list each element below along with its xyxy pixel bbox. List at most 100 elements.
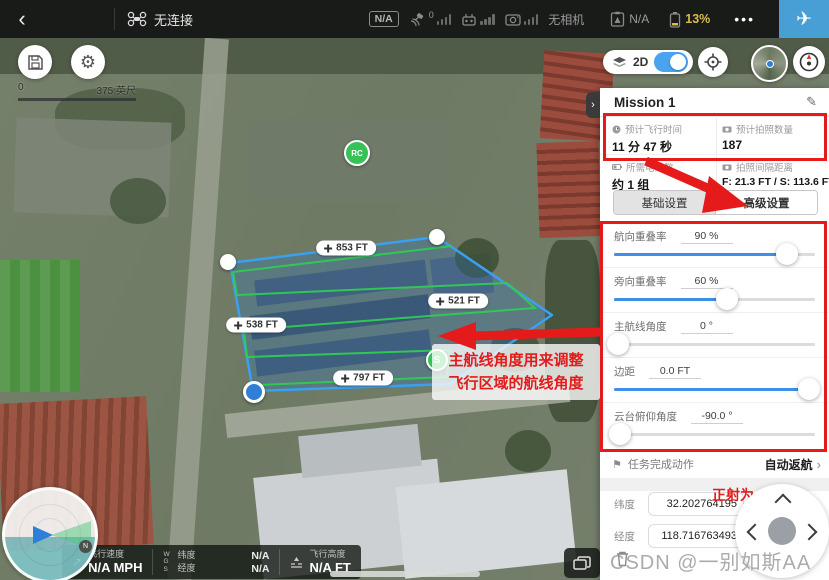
tab-label: 高级设置 <box>744 195 790 211</box>
slider-value[interactable]: 0 ° <box>681 320 733 334</box>
nudge-right-button[interactable] <box>801 524 818 541</box>
minimap-button[interactable] <box>751 45 788 82</box>
camera-icon <box>722 125 732 133</box>
mission-panel: › Mission 1 ✎ 预计飞行时间 11 分 47 秒 预计拍照数量 18… <box>600 88 829 580</box>
divider <box>600 154 829 155</box>
slider-track[interactable] <box>614 343 815 346</box>
slider-fill <box>614 298 727 301</box>
polygon-vertex-handle[interactable] <box>220 254 236 270</box>
slider-value[interactable]: -90.0 ° <box>691 410 743 424</box>
edge-length-label-bottom[interactable]: 797 FT <box>333 371 393 386</box>
slider-track[interactable] <box>614 433 815 436</box>
latitude-label: 纬度 <box>614 497 636 512</box>
mission-settings-button[interactable]: ⚙ <box>71 45 105 79</box>
flight-mode-badge[interactable]: N/A <box>369 11 399 27</box>
chevron-left-icon: ‹ <box>18 6 25 31</box>
slider-row-gimbal-pitch: 云台俯仰角度 -90.0 ° <box>600 402 829 447</box>
rc-signal-status[interactable] <box>461 12 495 26</box>
divider <box>716 118 717 192</box>
slider-thumb[interactable] <box>798 378 820 400</box>
camera-signal-status[interactable] <box>505 13 539 26</box>
stat-label: 所需电池数 <box>626 160 674 174</box>
home-indicator[interactable] <box>330 571 480 577</box>
edge-length-label-right[interactable]: 521 FT <box>428 294 488 309</box>
stat-battery-count: 所需电池数 约 1 组 <box>612 156 722 192</box>
locate-button[interactable] <box>698 47 728 77</box>
slider-row-margin: 边距 0.0 FT <box>600 357 829 403</box>
save-icon <box>27 54 44 71</box>
gps-status[interactable]: 0 <box>409 12 452 27</box>
polygon-vertex-handle-selected[interactable] <box>243 381 265 403</box>
clock-icon <box>612 125 621 134</box>
map-mode-pill: 2D <box>603 50 693 74</box>
stat-value: F: 21.3 FT / S: 113.6 FT <box>722 176 827 188</box>
edge-length-text: 521 FT <box>448 296 480 307</box>
slider-label: 边距 <box>614 364 635 379</box>
nudge-up-button[interactable] <box>775 494 792 511</box>
finish-action-row[interactable]: ⚑ 任务完成动作 自动返航 › <box>600 450 829 479</box>
lat-label: 纬度 <box>177 550 211 562</box>
compass-orientation-button[interactable] <box>793 46 825 78</box>
move-icon <box>436 297 444 305</box>
slider-track[interactable] <box>614 298 815 301</box>
telemetry-position: WGS 纬度 N/A 经度 N/A <box>153 545 279 579</box>
polygon-vertex-handle[interactable] <box>429 229 445 245</box>
map-sports-field <box>0 260 80 392</box>
gps-signal-bars <box>437 14 452 25</box>
slider-label: 云台俯仰角度 <box>614 409 677 424</box>
edge-length-text: 797 FT <box>353 373 385 384</box>
nudge-left-button[interactable] <box>747 524 764 541</box>
slider-value[interactable]: 60 % <box>681 275 733 289</box>
save-mission-button[interactable] <box>18 45 52 79</box>
settings-tabs: 基础设置 高级设置 <box>613 190 818 215</box>
map-tree-blob-4 <box>505 430 551 472</box>
longitude-input[interactable]: 118.716763493 <box>648 524 744 548</box>
stat-label: 预计拍照数量 <box>736 122 793 136</box>
edge-length-label-top[interactable]: 853 FT <box>316 241 376 256</box>
slider-thumb[interactable] <box>609 423 631 445</box>
takeoff-button[interactable]: ✈ <box>779 0 829 38</box>
aircraft-status-value: N/A <box>629 12 649 26</box>
slider-value[interactable]: 0.0 FT <box>649 365 701 379</box>
map-layers-button[interactable] <box>564 548 600 578</box>
more-menu-button[interactable]: ••• <box>720 11 769 27</box>
map-mode-label: 2D <box>633 55 648 69</box>
tab-advanced-settings[interactable]: 高级设置 <box>716 191 817 214</box>
edge-length-text: 538 FT <box>246 320 278 331</box>
slider-thumb[interactable] <box>716 288 738 310</box>
compass-north-badge: N <box>79 540 92 553</box>
slider-track[interactable] <box>614 388 815 391</box>
divider <box>114 8 115 30</box>
nudge-center-knob[interactable] <box>768 517 796 545</box>
tab-basic-settings[interactable]: 基础设置 <box>614 191 716 214</box>
edge-length-label-left[interactable]: 538 FT <box>226 318 286 333</box>
edit-mission-icon[interactable]: ✎ <box>806 94 817 110</box>
interval-icon <box>722 163 732 171</box>
annotation-text-line1: 主航线角度用来调整 <box>448 349 583 372</box>
tab-label: 基础设置 <box>642 195 688 211</box>
panel-collapse-handle[interactable]: › <box>586 92 600 118</box>
slider-label: 航向重叠率 <box>614 229 667 244</box>
route-angle-annotation: 主航线角度用来调整 飞行区域的航线角度 <box>432 344 600 400</box>
battery-icon <box>669 11 681 28</box>
connection-status[interactable]: 无连接 <box>127 10 193 29</box>
watermark: CSDN @一别如斯AA <box>610 546 811 575</box>
attitude-compass-ball[interactable]: N <box>2 487 98 580</box>
finish-action-label: 任务完成动作 <box>628 456 694 472</box>
slider-thumb[interactable] <box>607 333 629 355</box>
slider-row-course-overlap: 航向重叠率 90 % <box>600 222 829 268</box>
slider-track[interactable] <box>614 253 815 256</box>
aircraft-battery-status[interactable]: N/A <box>610 11 649 27</box>
aircraft-heading-arrow <box>33 526 53 544</box>
battery-status[interactable]: 13% <box>669 11 710 28</box>
stat-value: 11 分 47 秒 <box>612 138 722 155</box>
slider-value[interactable]: 90 % <box>681 230 733 244</box>
slider-thumb[interactable] <box>776 243 798 265</box>
rc-location-marker[interactable]: RC <box>344 140 370 166</box>
altitude-icon <box>290 556 303 568</box>
map-2d-toggle[interactable] <box>654 52 688 72</box>
stat-label: 预计飞行时间 <box>625 122 682 136</box>
slider-row-route-angle: 主航线角度0 ° <box>600 312 829 358</box>
rc-signal-bars <box>480 14 495 25</box>
back-button[interactable]: ‹ <box>0 0 44 38</box>
